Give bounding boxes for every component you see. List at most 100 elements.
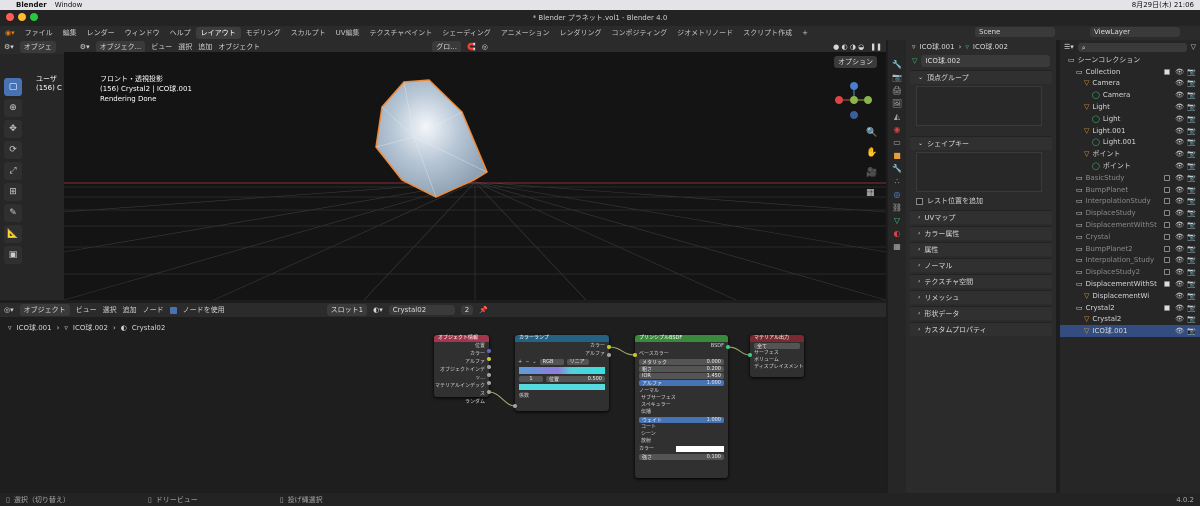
visibility-eye-icon[interactable]: 👁 [1175, 292, 1184, 300]
move-tool-icon[interactable]: ✥ [4, 120, 22, 138]
outliner-row[interactable]: ◯ Light 👁 📷 [1060, 113, 1200, 125]
render-camera-icon[interactable]: 📷 [1187, 304, 1196, 312]
measure-tool-icon[interactable]: 📐 [4, 225, 22, 243]
visibility-eye-icon[interactable]: 👁 [1175, 103, 1184, 111]
visibility-eye-icon[interactable]: 👁 [1175, 197, 1184, 205]
material-users-count[interactable]: 2 [460, 305, 474, 315]
tab-animation[interactable]: アニメーション [496, 27, 555, 39]
tab-scripting[interactable]: スクリプト作成 [738, 27, 797, 39]
collection-tab-icon[interactable]: ▭ [893, 138, 901, 147]
exclude-checkbox[interactable] [1164, 304, 1170, 311]
visibility-eye-icon[interactable]: 👁 [1175, 209, 1184, 217]
visibility-eye-icon[interactable]: 👁 [1175, 245, 1184, 253]
render-camera-icon[interactable]: 📷 [1187, 292, 1196, 300]
tab-rendering[interactable]: レンダリング [555, 27, 607, 39]
menu-select[interactable]: 選択 [178, 42, 192, 52]
material-tab-icon[interactable]: ◐ [894, 229, 901, 238]
rotate-tool-icon[interactable]: ⟳ [4, 141, 22, 159]
outliner-row[interactable]: ▭ DisplaceStudy 👁 📷 [1060, 207, 1200, 219]
filter-icon[interactable]: ▽ [1191, 43, 1196, 51]
render-camera-icon[interactable]: 📷 [1187, 256, 1196, 264]
tab-layout[interactable]: レイアウト [195, 27, 241, 39]
bsdf-ior[interactable]: IOR 1.450 [639, 373, 724, 379]
visibility-eye-icon[interactable]: 👁 [1175, 127, 1184, 135]
editor-type-icon[interactable]: ⚙▾ [4, 43, 14, 51]
outliner-row[interactable]: ▽ DisplacementWi 👁 📷 [1060, 290, 1200, 302]
exclude-checkbox[interactable] [1164, 68, 1170, 75]
outliner-row[interactable]: ▽ Light 👁 📷 [1060, 101, 1200, 113]
node-editor-type-icon[interactable]: ◎▾ [4, 306, 14, 314]
transform-tool-icon[interactable]: ⊞ [4, 183, 22, 201]
panel-attributes[interactable]: › 属性 [910, 242, 1052, 256]
viewport-options-button[interactable]: オプション [834, 56, 877, 68]
render-tab-icon[interactable]: 📷 [892, 73, 902, 82]
color-ramp-gradient[interactable] [519, 367, 605, 374]
ramp-menu-icon[interactable]: ⌄ [532, 359, 536, 365]
scene-tab-icon[interactable]: ◭ [894, 112, 900, 121]
ortho-grid-icon[interactable]: ▦ [866, 188, 877, 198]
visibility-eye-icon[interactable]: 👁 [1175, 221, 1184, 229]
bsdf-emission-strength[interactable]: 強さ 0.100 [639, 454, 724, 461]
render-camera-icon[interactable]: 📷 [1187, 103, 1196, 111]
shader-node-editor[interactable]: ▿ ICO球.001 › ▿ ICO球.002 › ◐ Crystal02 オブジェクト情… [0, 317, 886, 493]
bsdf-weight[interactable]: ウェイト 1.000 [639, 417, 724, 424]
scene-selector[interactable]: Scene [975, 27, 1055, 37]
render-camera-icon[interactable]: 📷 [1187, 209, 1196, 217]
color-ramp-node[interactable]: カラーランプ カラー アルファ + − ⌄ RGB リニア 1 位置 0.500 係数 [515, 335, 609, 411]
outliner-row[interactable]: ▽ ポイント 👁 📷 [1060, 148, 1200, 160]
visibility-eye-icon[interactable]: 👁 [1175, 256, 1184, 264]
mac-menu-window[interactable]: Window [55, 1, 83, 9]
ramp-stop-index[interactable]: 1 [519, 376, 543, 382]
object-info-node[interactable]: オブジェクト情報 位置 カラー アルファ オブジェクトインデッ... マテリアル… [434, 335, 489, 405]
outliner-row[interactable]: ◯ Camera 👁 📷 [1060, 89, 1200, 101]
render-camera-icon[interactable]: 📷 [1187, 115, 1196, 123]
material-icon[interactable]: ◐▾ [373, 306, 383, 314]
menu-view[interactable]: ビュー [151, 42, 172, 52]
exclude-checkbox[interactable] [1164, 257, 1170, 264]
tab-uv[interactable]: UV編集 [331, 27, 365, 39]
visibility-eye-icon[interactable]: 👁 [1175, 91, 1184, 99]
outliner-row[interactable]: ▽ Crystal2 👁 📷 [1060, 314, 1200, 326]
render-camera-icon[interactable]: 📷 [1187, 197, 1196, 205]
render-camera-icon[interactable]: 📷 [1187, 268, 1196, 276]
outliner-row[interactable]: ▭ Crystal 👁 📷 [1060, 231, 1200, 243]
material-slot-select[interactable]: スロット1 [326, 304, 368, 316]
blender-logo-icon[interactable]: ◉▾ [0, 26, 20, 40]
props-obj2[interactable]: ICO球.002 [973, 42, 1008, 52]
visibility-eye-icon[interactable]: 👁 [1175, 186, 1184, 194]
render-camera-icon[interactable]: 📷 [1187, 138, 1196, 146]
visibility-eye-icon[interactable]: 👁 [1175, 268, 1184, 276]
mesh-name-field[interactable]: ICO球.002 [921, 55, 1050, 67]
object-tab-icon[interactable]: ■ [893, 151, 901, 160]
render-camera-icon[interactable]: 📷 [1187, 233, 1196, 241]
shape-keys-list[interactable] [916, 152, 1042, 192]
select-tool-icon[interactable]: ▢ [4, 78, 22, 96]
render-camera-icon[interactable]: 📷 [1187, 162, 1196, 170]
outliner-scene-collection[interactable]: ▭ シーンコレクション [1060, 54, 1200, 66]
crystal-object[interactable] [375, 79, 488, 198]
visibility-eye-icon[interactable]: 👁 [1175, 68, 1184, 76]
vertex-groups-list[interactable] [916, 86, 1042, 126]
outliner-search-input[interactable]: ⌕ [1077, 42, 1187, 52]
render-camera-icon[interactable]: 📷 [1187, 150, 1196, 158]
node-menu-node[interactable]: ノード [143, 305, 164, 315]
render-camera-icon[interactable]: 📷 [1187, 91, 1196, 99]
relative-checkbox[interactable] [916, 197, 923, 205]
panel-uv-maps[interactable]: › UVマップ [910, 210, 1052, 224]
tab-modeling[interactable]: モデリング [241, 27, 286, 39]
bsdf-metallic[interactable]: メタリック 0.000 [639, 359, 724, 366]
render-camera-icon[interactable]: 📷 [1187, 315, 1196, 323]
bsdf-emission-color-swatch[interactable] [676, 446, 724, 452]
node-menu-view[interactable]: ビュー [76, 305, 97, 315]
ramp-stop-position[interactable]: 位置 0.500 [546, 376, 605, 383]
bsdf-roughness[interactable]: 粗さ 0.200 [639, 366, 724, 373]
tab-geometry-nodes[interactable]: ジオメトリノード [672, 27, 738, 39]
render-camera-icon[interactable]: 📷 [1187, 127, 1196, 135]
tab-texture-paint[interactable]: テクスチャペイント [365, 27, 438, 39]
material-name-field[interactable]: Crystal02 [388, 305, 455, 315]
exclude-checkbox[interactable] [1164, 210, 1170, 217]
panel-remesh[interactable]: › リメッシュ [910, 290, 1052, 304]
render-camera-icon[interactable]: 📷 [1187, 68, 1196, 76]
render-camera-icon[interactable]: 📷 [1187, 79, 1196, 87]
scale-tool-icon[interactable]: ⤢ [4, 162, 22, 180]
